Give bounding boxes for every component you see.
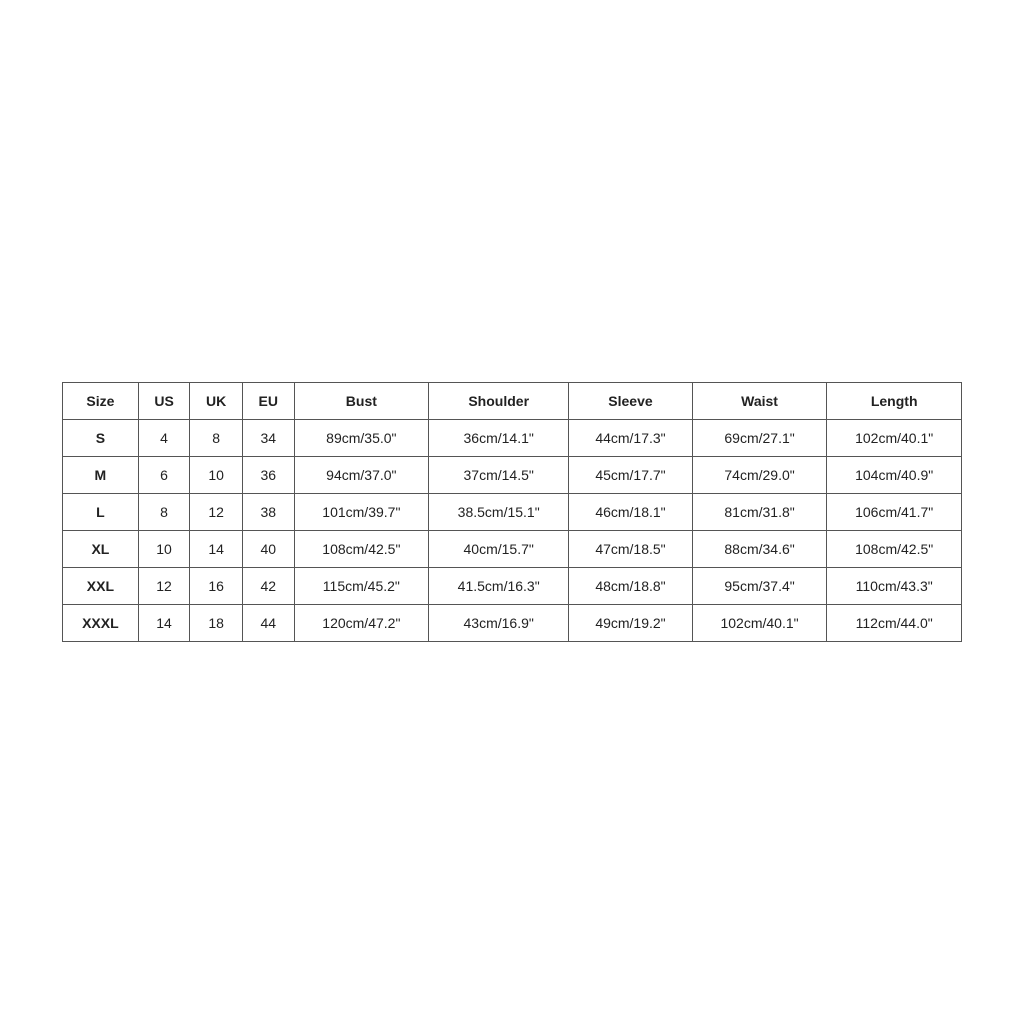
table-row: M6103694cm/37.0"37cm/14.5"45cm/17.7"74cm… bbox=[63, 457, 962, 494]
cell-r1-c5: 37cm/14.5" bbox=[429, 457, 569, 494]
cell-r5-c6: 49cm/19.2" bbox=[569, 605, 693, 642]
cell-r3-c7: 88cm/34.6" bbox=[692, 531, 827, 568]
cell-r5-c7: 102cm/40.1" bbox=[692, 605, 827, 642]
cell-r4-c3: 42 bbox=[243, 568, 295, 605]
table-row: L81238101cm/39.7"38.5cm/15.1"46cm/18.1"8… bbox=[63, 494, 962, 531]
cell-r2-c0: L bbox=[63, 494, 139, 531]
cell-r5-c5: 43cm/16.9" bbox=[429, 605, 569, 642]
cell-r3-c3: 40 bbox=[243, 531, 295, 568]
cell-r3-c6: 47cm/18.5" bbox=[569, 531, 693, 568]
cell-r5-c8: 112cm/44.0" bbox=[827, 605, 962, 642]
cell-r0-c8: 102cm/40.1" bbox=[827, 420, 962, 457]
header-us: US bbox=[138, 383, 190, 420]
cell-r4-c4: 115cm/45.2" bbox=[294, 568, 429, 605]
table-body: S483489cm/35.0"36cm/14.1"44cm/17.3"69cm/… bbox=[63, 420, 962, 642]
cell-r4-c7: 95cm/37.4" bbox=[692, 568, 827, 605]
cell-r5-c2: 18 bbox=[190, 605, 243, 642]
cell-r2-c6: 46cm/18.1" bbox=[569, 494, 693, 531]
size-chart-container: SizeUSUKEUBustShoulderSleeveWaistLength … bbox=[62, 382, 962, 642]
cell-r2-c7: 81cm/31.8" bbox=[692, 494, 827, 531]
cell-r0-c3: 34 bbox=[243, 420, 295, 457]
cell-r1-c4: 94cm/37.0" bbox=[294, 457, 429, 494]
cell-r1-c6: 45cm/17.7" bbox=[569, 457, 693, 494]
cell-r0-c1: 4 bbox=[138, 420, 190, 457]
cell-r1-c0: M bbox=[63, 457, 139, 494]
cell-r0-c6: 44cm/17.3" bbox=[569, 420, 693, 457]
cell-r3-c0: XL bbox=[63, 531, 139, 568]
cell-r5-c4: 120cm/47.2" bbox=[294, 605, 429, 642]
cell-r2-c1: 8 bbox=[138, 494, 190, 531]
cell-r3-c1: 10 bbox=[138, 531, 190, 568]
table-row: XXL121642115cm/45.2"41.5cm/16.3"48cm/18.… bbox=[63, 568, 962, 605]
cell-r1-c1: 6 bbox=[138, 457, 190, 494]
cell-r4-c6: 48cm/18.8" bbox=[569, 568, 693, 605]
cell-r1-c7: 74cm/29.0" bbox=[692, 457, 827, 494]
header-length: Length bbox=[827, 383, 962, 420]
cell-r3-c8: 108cm/42.5" bbox=[827, 531, 962, 568]
cell-r0-c7: 69cm/27.1" bbox=[692, 420, 827, 457]
cell-r4-c8: 110cm/43.3" bbox=[827, 568, 962, 605]
header-bust: Bust bbox=[294, 383, 429, 420]
cell-r4-c1: 12 bbox=[138, 568, 190, 605]
size-chart-table: SizeUSUKEUBustShoulderSleeveWaistLength … bbox=[62, 382, 962, 642]
table-row: XXXL141844120cm/47.2"43cm/16.9"49cm/19.2… bbox=[63, 605, 962, 642]
cell-r4-c5: 41.5cm/16.3" bbox=[429, 568, 569, 605]
cell-r3-c5: 40cm/15.7" bbox=[429, 531, 569, 568]
cell-r2-c5: 38.5cm/15.1" bbox=[429, 494, 569, 531]
cell-r5-c3: 44 bbox=[243, 605, 295, 642]
cell-r2-c2: 12 bbox=[190, 494, 243, 531]
cell-r0-c0: S bbox=[63, 420, 139, 457]
header-sleeve: Sleeve bbox=[569, 383, 693, 420]
cell-r0-c2: 8 bbox=[190, 420, 243, 457]
cell-r2-c4: 101cm/39.7" bbox=[294, 494, 429, 531]
cell-r0-c4: 89cm/35.0" bbox=[294, 420, 429, 457]
cell-r1-c8: 104cm/40.9" bbox=[827, 457, 962, 494]
cell-r5-c1: 14 bbox=[138, 605, 190, 642]
cell-r2-c3: 38 bbox=[243, 494, 295, 531]
header-shoulder: Shoulder bbox=[429, 383, 569, 420]
cell-r3-c4: 108cm/42.5" bbox=[294, 531, 429, 568]
cell-r1-c3: 36 bbox=[243, 457, 295, 494]
table-row: XL101440108cm/42.5"40cm/15.7"47cm/18.5"8… bbox=[63, 531, 962, 568]
header-eu: EU bbox=[243, 383, 295, 420]
cell-r3-c2: 14 bbox=[190, 531, 243, 568]
table-header-row: SizeUSUKEUBustShoulderSleeveWaistLength bbox=[63, 383, 962, 420]
cell-r1-c2: 10 bbox=[190, 457, 243, 494]
cell-r5-c0: XXXL bbox=[63, 605, 139, 642]
cell-r4-c0: XXL bbox=[63, 568, 139, 605]
header-waist: Waist bbox=[692, 383, 827, 420]
cell-r4-c2: 16 bbox=[190, 568, 243, 605]
cell-r0-c5: 36cm/14.1" bbox=[429, 420, 569, 457]
header-size: Size bbox=[63, 383, 139, 420]
table-row: S483489cm/35.0"36cm/14.1"44cm/17.3"69cm/… bbox=[63, 420, 962, 457]
cell-r2-c8: 106cm/41.7" bbox=[827, 494, 962, 531]
header-uk: UK bbox=[190, 383, 243, 420]
